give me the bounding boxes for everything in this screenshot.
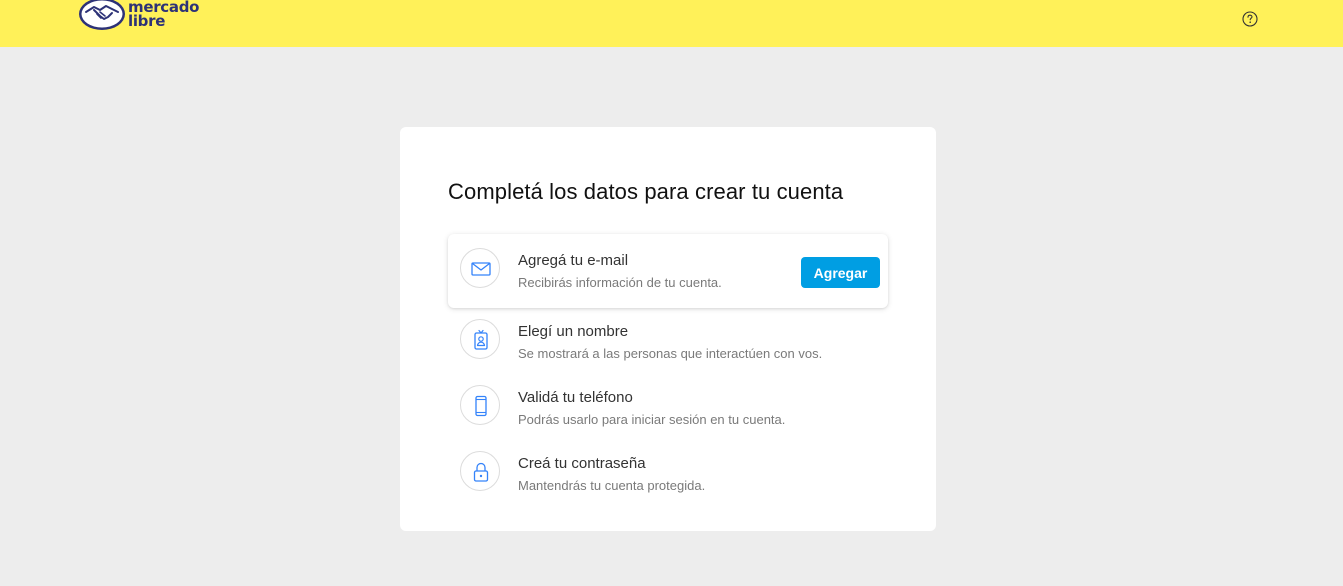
signup-card: Completá los datos para crear tu cuenta …: [400, 127, 936, 531]
question-circle-icon[interactable]: [1242, 11, 1258, 27]
step-password[interactable]: Creá tu contraseña Mantendrás tu cuenta …: [448, 437, 888, 511]
header-bar: mercado libre: [0, 0, 1343, 47]
step-phone-title: Validá tu teléfono: [518, 389, 633, 406]
step-password-description: Mantendrás tu cuenta protegida.: [518, 478, 706, 493]
envelope-icon: [460, 248, 500, 288]
mercado-libre-logo[interactable]: mercado libre: [78, 0, 218, 36]
logo-wordmark: mercado libre: [128, 0, 199, 30]
add-email-button[interactable]: Agregar: [801, 257, 880, 288]
step-phone[interactable]: Validá tu teléfono Podrás usarlo para in…: [448, 371, 888, 445]
lock-icon: [460, 451, 500, 491]
step-password-title: Creá tu contraseña: [518, 455, 646, 472]
phone-icon: [460, 385, 500, 425]
step-name-description: Se mostrará a las personas que interactú…: [518, 346, 823, 361]
logo-line-2: libre: [128, 12, 166, 30]
step-email[interactable]: Agregá tu e-mail Recibirás información d…: [448, 234, 888, 308]
step-email-description: Recibirás información de tu cuenta.: [518, 275, 722, 290]
step-email-title: Agregá tu e-mail: [518, 252, 629, 269]
handshake-logo-icon: [79, 0, 125, 30]
page-title: Completá los datos para crear tu cuenta: [448, 179, 844, 204]
id-badge-icon: [460, 319, 500, 359]
step-name[interactable]: Elegí un nombre Se mostrará a las person…: [448, 305, 888, 379]
step-name-title: Elegí un nombre: [518, 323, 629, 340]
step-phone-description: Podrás usarlo para iniciar sesión en tu …: [518, 412, 786, 427]
